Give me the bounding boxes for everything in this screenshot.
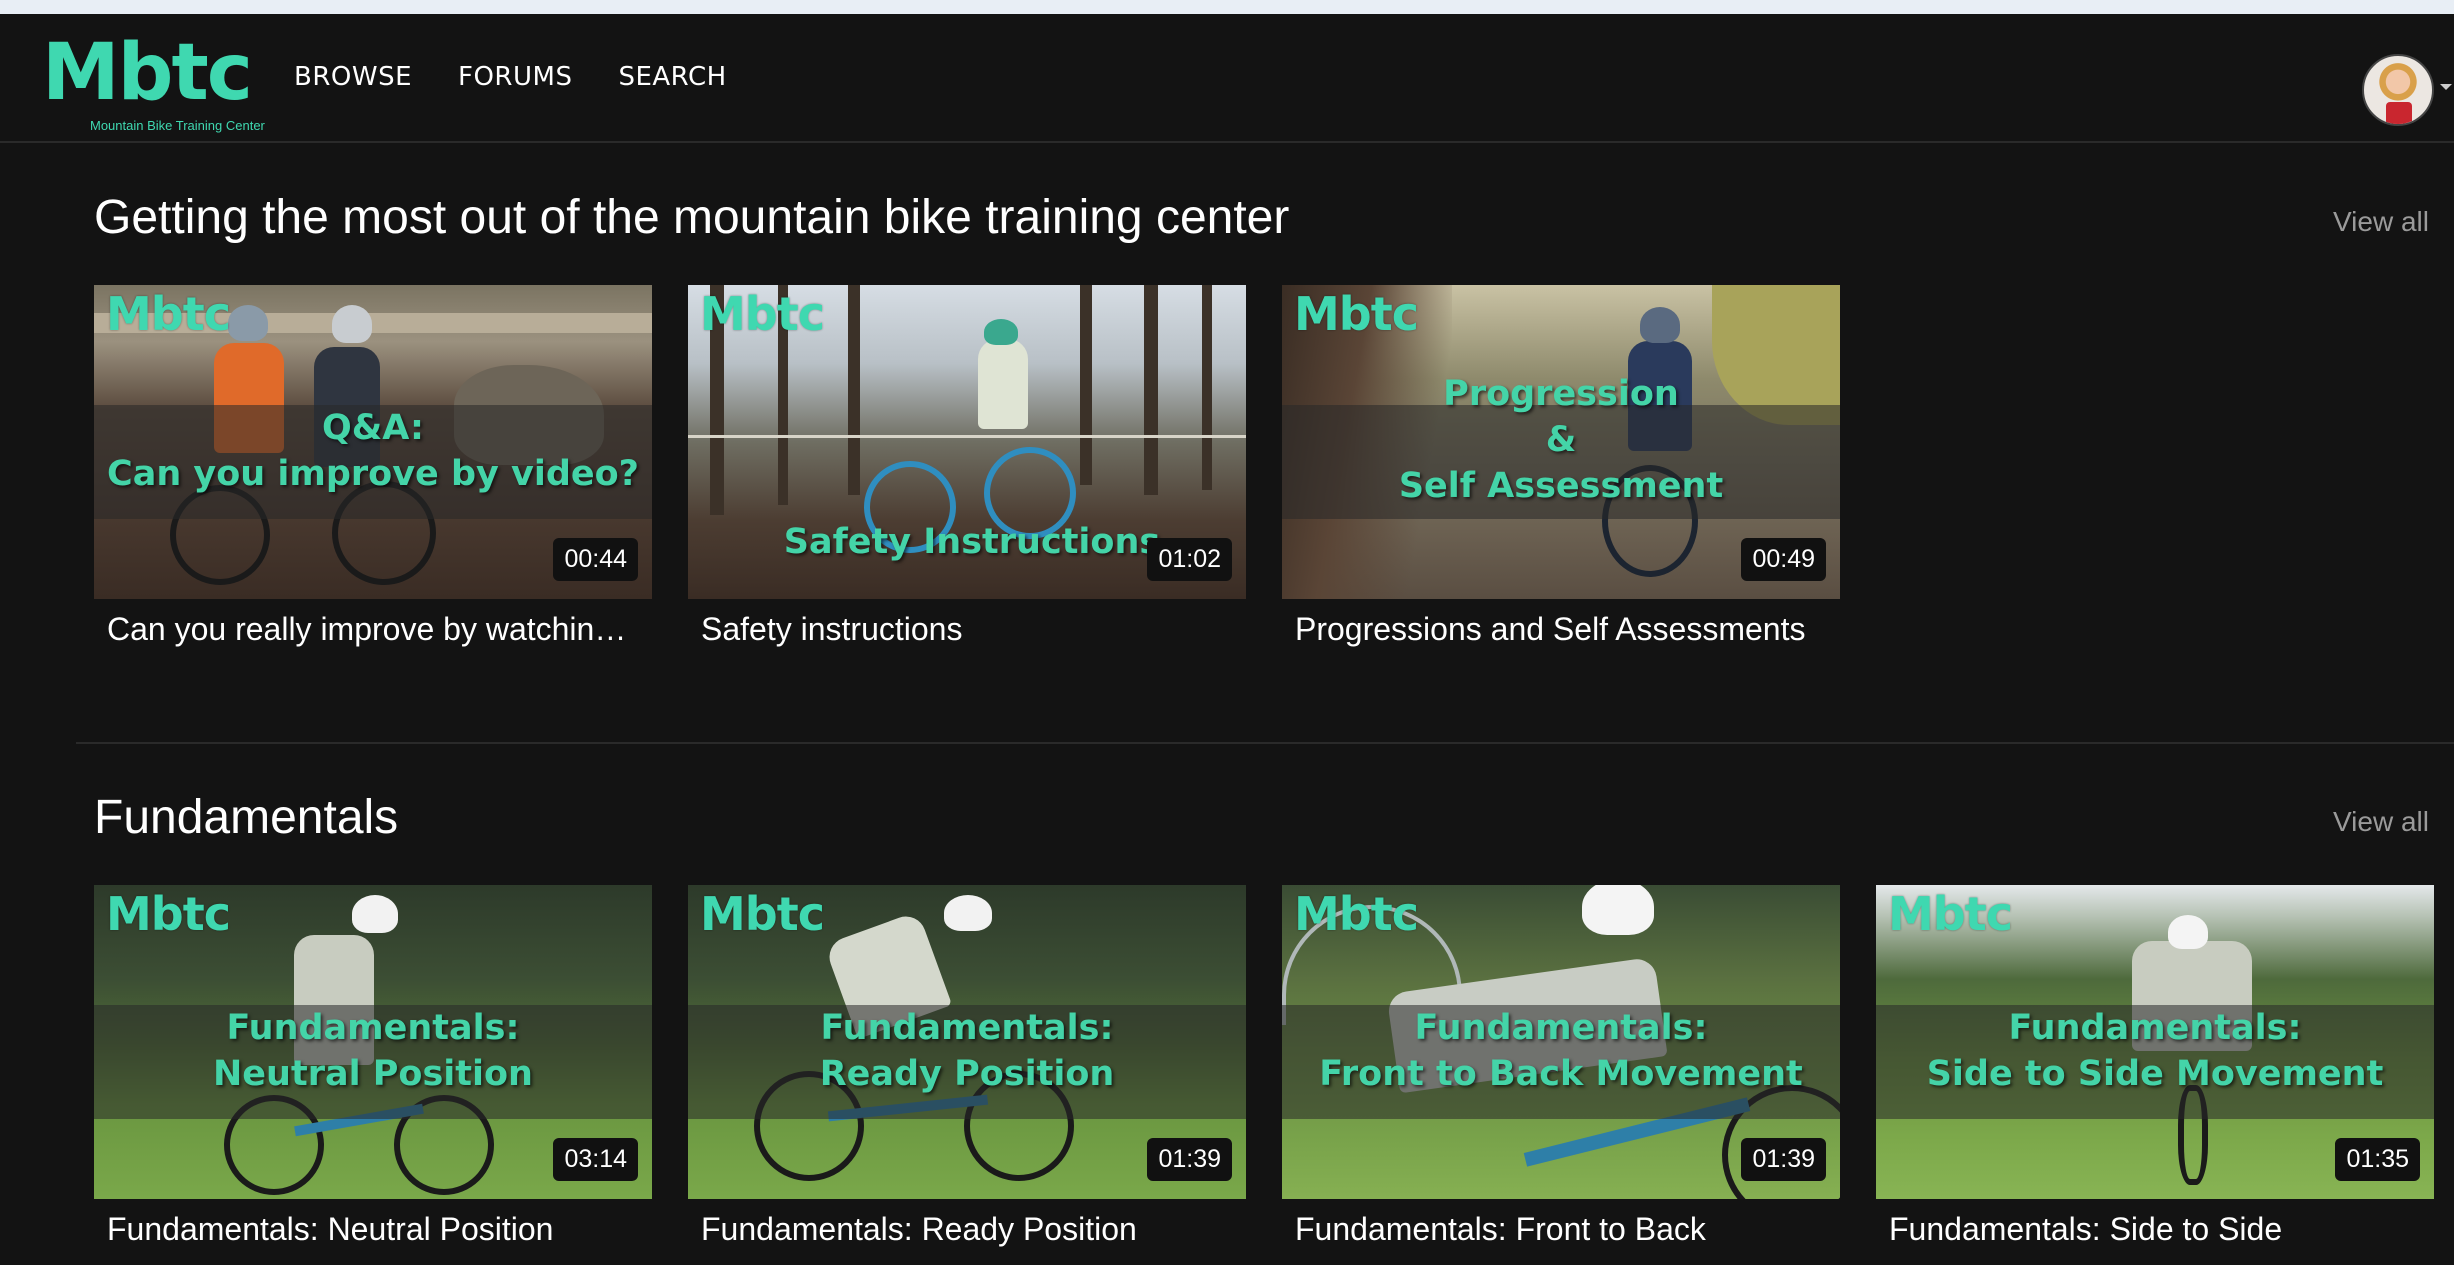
video-title[interactable]: Can you really improve by watching video… <box>94 599 639 648</box>
thumb-overlay-line: Fundamentals: <box>226 1008 520 1048</box>
main-nav: BROWSE FORUMS SEARCH <box>294 62 727 92</box>
video-thumbnail[interactable]: Mbtc Fundamentals: Front to Back Movemen… <box>1282 885 1840 1199</box>
tree <box>1080 285 1092 485</box>
rider <box>978 339 1028 429</box>
duration-badge: 00:49 <box>1741 538 1826 581</box>
browser-top-strip <box>0 0 2454 14</box>
thumb-overlay-line: Fundamentals: <box>820 1008 1114 1048</box>
video-thumbnail[interactable]: Mbtc Fundamentals: Side to Side Movement… <box>1876 885 2434 1199</box>
helmet <box>1582 885 1654 935</box>
video-thumbnail[interactable]: Mbtc Progression & Self Assessment 00:49 <box>1282 285 1840 599</box>
helmet <box>984 319 1018 345</box>
thumb-logo: Mbtc <box>1294 887 1419 941</box>
video-card[interactable]: Mbtc Progression & Self Assessment 00:49… <box>1282 285 1840 648</box>
video-title[interactable]: Fundamentals: Front to Back <box>1282 1199 1827 1248</box>
thumb-logo: Mbtc <box>700 287 825 341</box>
duration-badge: 00:44 <box>553 538 638 581</box>
video-title[interactable]: Fundamentals: Neutral Position <box>94 1199 639 1248</box>
video-card[interactable]: Mbtc Safety Instructions 01:02 Safety in… <box>688 285 1246 648</box>
nav-forums[interactable]: FORUMS <box>458 62 572 92</box>
duration-badge: 01:39 <box>1147 1138 1232 1181</box>
video-title[interactable]: Fundamentals: Side to Side <box>1876 1199 2421 1248</box>
video-card[interactable]: Mbtc Fundamentals: Side to Side Movement… <box>1876 885 2434 1248</box>
helmet <box>944 895 992 931</box>
thumb-overlay-line: Progression <box>1443 374 1679 414</box>
thumb-overlay-line: Q&A: <box>321 408 424 448</box>
nav-browse[interactable]: BROWSE <box>294 62 412 92</box>
video-card[interactable]: Mbtc Fundamentals: Ready Position 01:39 … <box>688 885 1246 1248</box>
tree <box>1144 285 1158 495</box>
thumb-logo: Mbtc <box>700 887 825 941</box>
thumb-logo: Mbtc <box>106 287 231 341</box>
thumb-logo: Mbtc <box>106 887 231 941</box>
video-thumbnail[interactable]: Mbtc Safety Instructions 01:02 <box>688 285 1246 599</box>
logo-wordmark: Mbtc <box>42 28 253 118</box>
duration-badge: 03:14 <box>553 1138 638 1181</box>
thumb-overlay-line: Fundamentals: <box>1414 1008 1708 1048</box>
view-all-fundamentals[interactable]: View all <box>2333 806 2429 838</box>
helmet <box>228 305 268 341</box>
video-thumbnail[interactable]: Mbtc Fundamentals: Neutral Position 03:1… <box>94 885 652 1199</box>
view-all-getting-started[interactable]: View all <box>2333 206 2429 238</box>
video-title[interactable]: Safety instructions <box>688 599 1233 648</box>
thumb-overlay-line: Front to Back Movement <box>1319 1054 1803 1094</box>
thumb-overlay-line: Can you improve by video? <box>107 454 639 494</box>
video-title[interactable]: Progressions and Self Assessments <box>1282 599 1827 648</box>
duration-badge: 01:35 <box>2335 1138 2420 1181</box>
thumb-logo: Mbtc <box>1888 887 2013 941</box>
video-card[interactable]: Mbtc Fundamentals: Neutral Position 03:1… <box>94 885 652 1248</box>
site-logo[interactable]: Mbtc Mountain Bike Training Center <box>42 34 265 133</box>
helmet <box>2168 915 2208 949</box>
thumb-overlay-line: Ready Position <box>819 1054 1115 1094</box>
user-avatar[interactable] <box>2362 54 2434 126</box>
site-header: Mbtc Mountain Bike Training Center BROWS… <box>0 14 2454 143</box>
section-title-getting-started: Getting the most out of the mountain bik… <box>94 191 1290 244</box>
tree <box>1202 285 1212 490</box>
video-card[interactable]: Mbtc Fundamentals: Front to Back Movemen… <box>1282 885 1840 1248</box>
video-card[interactable]: Mbtc Q&A: Can you improve by video? 00:4… <box>94 285 652 648</box>
section-title-fundamentals: Fundamentals <box>94 791 399 844</box>
duration-badge: 01:39 <box>1741 1138 1826 1181</box>
video-title[interactable]: Fundamentals: Ready Position <box>688 1199 1233 1248</box>
thumb-overlay-line: Fundamentals: <box>2008 1008 2302 1048</box>
thumb-overlay-line: Self Assessment <box>1398 466 1724 506</box>
tree <box>848 285 860 495</box>
logo-subtitle: Mountain Bike Training Center <box>90 118 265 133</box>
video-thumbnail[interactable]: Mbtc Q&A: Can you improve by video? 00:4… <box>94 285 652 599</box>
thumb-logo: Mbtc <box>1294 287 1419 341</box>
nav-search[interactable]: SEARCH <box>618 62 726 92</box>
background-fence <box>688 435 1246 438</box>
video-thumbnail[interactable]: Mbtc Fundamentals: Ready Position 01:39 <box>688 885 1246 1199</box>
thumb-overlay-line: Neutral Position <box>213 1054 533 1094</box>
section-divider <box>76 742 2454 744</box>
helmet <box>332 305 372 343</box>
thumb-overlay-line: Side to Side Movement <box>1926 1054 2384 1094</box>
helmet <box>1640 307 1680 343</box>
thumb-overlay-line: & <box>1545 420 1577 460</box>
duration-badge: 01:02 <box>1147 538 1232 581</box>
chevron-down-icon[interactable] <box>2440 84 2452 90</box>
helmet <box>352 895 398 933</box>
